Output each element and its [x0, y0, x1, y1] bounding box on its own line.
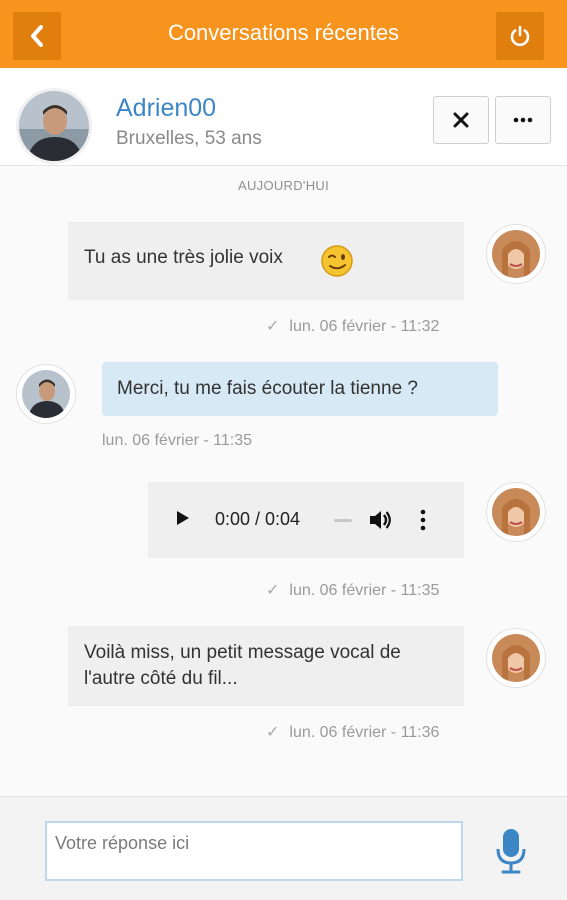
avatar[interactable]: [486, 482, 546, 542]
message-bubble: Tu as une très jolie voix: [68, 222, 464, 300]
wink-emoji-icon: [321, 245, 353, 277]
message-bubble: Voilà miss, un petit message vocal de l'…: [68, 626, 464, 706]
audio-player[interactable]: 0:00 / 0:04: [148, 482, 464, 558]
check-icon: ✓: [266, 582, 280, 599]
more-options-button[interactable]: [495, 96, 551, 144]
power-icon: [510, 25, 530, 47]
top-bar: Conversations récentes: [0, 0, 567, 68]
microphone-icon[interactable]: [494, 827, 528, 875]
message-bubble: Merci, tu me fais écouter la tienne ?: [102, 362, 498, 416]
message-meta: lun. 06 février - 11:35: [102, 432, 252, 450]
avatar[interactable]: [16, 88, 92, 164]
profile-header: Adrien00 Bruxelles, 53 ans: [0, 68, 567, 166]
check-icon: ✓: [266, 318, 280, 335]
message-meta: ✓ lun. 06 février - 11:32: [266, 316, 439, 336]
close-conversation-button[interactable]: [433, 96, 489, 144]
user-photo: [19, 91, 89, 161]
message-time: lun. 06 février - 11:35: [102, 432, 253, 449]
volume-icon[interactable]: [368, 509, 392, 531]
avatar[interactable]: [486, 628, 546, 688]
page-title: Conversations récentes: [167, 20, 400, 45]
message-meta: ✓ lun. 06 février - 11:35: [266, 580, 439, 600]
play-icon[interactable]: [176, 510, 190, 526]
profile-details: Bruxelles, 53 ans: [116, 128, 262, 149]
user-photo: [492, 230, 540, 278]
message-time: lun. 06 février - 11:32: [289, 318, 440, 335]
audio-progress[interactable]: [334, 519, 352, 522]
message-text: Tu as une très jolie voix: [84, 247, 283, 268]
user-photo: [492, 488, 540, 536]
avatar[interactable]: [16, 364, 76, 424]
message-time: lun. 06 février - 11:35: [289, 582, 440, 599]
avatar[interactable]: [486, 224, 546, 284]
message-meta: ✓ lun. 06 février - 11:36: [266, 722, 439, 742]
user-photo: [492, 634, 540, 682]
audio-time: 0:00 / 0:04: [215, 509, 301, 529]
message-list[interactable]: AUJOURD'HUI Tu as une très jolie voix ✓ l…: [0, 166, 567, 796]
profile-name[interactable]: Adrien00: [116, 94, 216, 123]
message-time: lun. 06 février - 11:36: [289, 724, 440, 741]
day-separator: AUJOURD'HUI: [237, 178, 329, 193]
reply-input[interactable]: [45, 821, 463, 881]
message-text: Voilà miss, un petit message vocal de l'…: [84, 642, 401, 689]
close-icon: [453, 112, 469, 128]
user-photo: [22, 370, 70, 418]
kebab-icon[interactable]: [420, 509, 426, 531]
more-dots-icon: [513, 117, 533, 123]
message-text: Merci, tu me fais écouter la tienne ?: [117, 378, 418, 399]
logout-button[interactable]: [496, 12, 544, 60]
composer: [0, 796, 567, 900]
check-icon: ✓: [266, 724, 280, 741]
